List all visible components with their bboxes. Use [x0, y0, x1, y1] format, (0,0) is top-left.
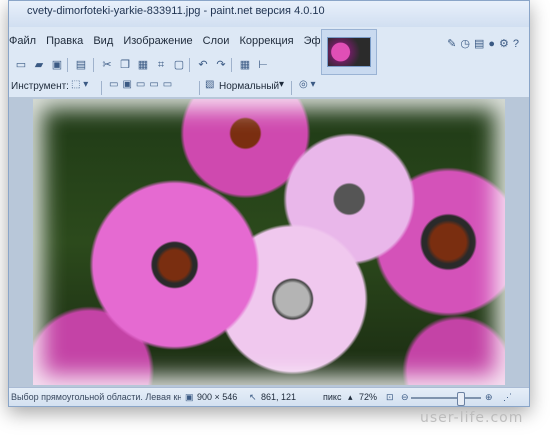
colors-icon[interactable]: ●: [488, 38, 499, 50]
watermark: user-life.com: [420, 410, 524, 426]
menu-edit[interactable]: Правка: [46, 35, 83, 47]
tool-options-bar: Инструмент: ⬚ ▾ ▭▣▭▭▭ ▧ Нормальный ▾ ◎ ▾: [9, 77, 529, 97]
menu-bar: Файл Правка Вид Изображение Слои Коррекц…: [9, 35, 354, 53]
cursor-position: 861, 121: [261, 392, 297, 402]
image-size-icon: ▣: [185, 392, 194, 402]
zoom-out-icon[interactable]: ⊖: [401, 392, 409, 403]
help-icon[interactable]: ?: [513, 38, 523, 50]
ruler-icon[interactable]: ⊢: [255, 57, 271, 73]
separator: [189, 58, 190, 72]
cut-icon[interactable]: ✂: [99, 57, 115, 73]
separator: [67, 58, 68, 72]
new-icon[interactable]: ▭: [13, 57, 29, 73]
open-icon[interactable]: ▰: [31, 57, 47, 73]
title-bar: cvety-dimorfoteki-yarkie-833911.jpg - pa…: [9, 1, 529, 27]
cursor-icon: ↖: [249, 392, 257, 402]
separator: [231, 58, 232, 72]
copy-icon[interactable]: ❐: [117, 57, 133, 73]
grid-icon[interactable]: ▦: [237, 57, 253, 73]
deselect-icon[interactable]: ▢: [171, 57, 187, 73]
menu-view[interactable]: Вид: [93, 35, 113, 47]
units-select[interactable]: пикс: [323, 392, 341, 402]
paintnet-window: cvety-dimorfoteki-yarkie-833911.jpg - pa…: [8, 0, 530, 407]
menu-adjustments[interactable]: Коррекция: [239, 35, 293, 47]
status-hint: Выбор прямоугольной области. Левая кнопк…: [11, 392, 181, 402]
flower-image[interactable]: [33, 99, 505, 385]
image-size: 900 × 546: [197, 392, 238, 402]
menu-layers[interactable]: Слои: [203, 35, 230, 47]
zoom-fit-icon[interactable]: ⊡: [386, 392, 394, 403]
save-icon[interactable]: ▣: [49, 57, 65, 73]
zoom-in-icon[interactable]: ⊕: [485, 392, 493, 403]
paste-icon[interactable]: ▦: [135, 57, 151, 73]
undo-icon[interactable]: ↶: [195, 57, 211, 73]
separator: [291, 81, 292, 95]
tools-icon[interactable]: ✎: [447, 38, 460, 50]
redo-icon[interactable]: ↷: [213, 57, 229, 73]
menu-file[interactable]: Файл: [9, 35, 36, 47]
selection-tool-icon[interactable]: ⬚ ▾: [71, 79, 88, 90]
zoom-slider-knob[interactable]: [457, 392, 466, 406]
main-toolbar: ▭ ▰ ▣ ▤ ✂ ❐ ▦ ⌗ ▢ ↶ ↷ ▦ ⊢: [9, 54, 319, 76]
chevron-down-icon[interactable]: ▾: [279, 79, 284, 90]
settings-icon[interactable]: ⚙: [499, 38, 513, 50]
menu-image[interactable]: Изображение: [123, 35, 192, 47]
crop-icon[interactable]: ⌗: [153, 57, 169, 73]
image-tabs: [321, 29, 377, 75]
status-bar: Выбор прямоугольной области. Левая кнопк…: [9, 387, 529, 406]
resize-grip-icon[interactable]: ⋰: [503, 392, 512, 403]
blend-icon: ▧: [205, 79, 215, 90]
history-icon[interactable]: ◷: [460, 38, 474, 50]
print-icon[interactable]: ▤: [73, 57, 89, 73]
zoom-value[interactable]: 72%: [359, 392, 377, 402]
separator: [199, 81, 200, 95]
separator: [101, 81, 102, 95]
tool-label: Инструмент:: [11, 81, 69, 92]
selection-mode-icons[interactable]: ▭▣▭▭▭: [109, 79, 176, 90]
chevron-up-icon[interactable]: ▴: [348, 392, 353, 403]
image-thumbnail[interactable]: [327, 37, 371, 67]
canvas-area[interactable]: [9, 97, 529, 387]
antialias-icon[interactable]: ◎ ▾: [299, 79, 316, 90]
blend-mode-select[interactable]: Нормальный: [219, 81, 279, 92]
layers-icon[interactable]: ▤: [474, 38, 488, 50]
utility-icons: ✎◷▤●⚙?: [447, 37, 523, 50]
zoom-slider[interactable]: [411, 392, 481, 406]
separator: [93, 58, 94, 72]
window-title: cvety-dimorfoteki-yarkie-833911.jpg - pa…: [27, 5, 325, 17]
